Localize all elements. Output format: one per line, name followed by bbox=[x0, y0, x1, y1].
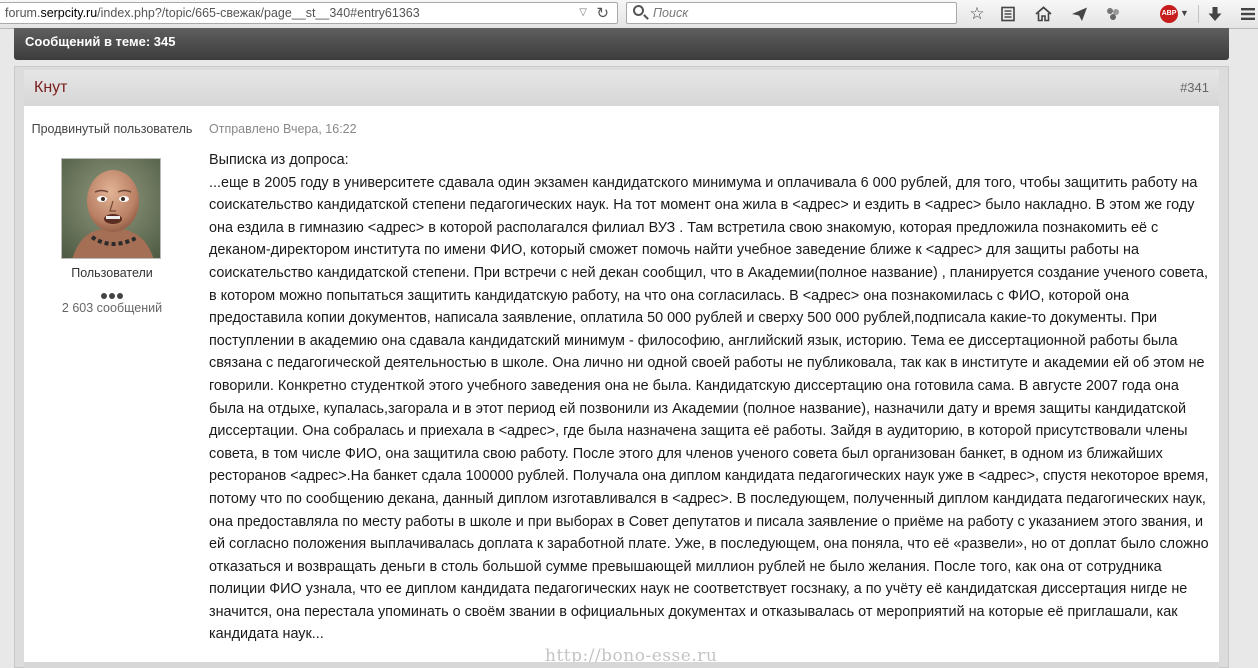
post-content: Выписка из допроса: ...еще в 2005 году в… bbox=[209, 149, 1209, 646]
toolbar-separator bbox=[1198, 5, 1199, 23]
address-bar[interactable]: forum.serpcity.ru/index.php?/topic/665-с… bbox=[0, 2, 618, 24]
post-header: Кнут #341 bbox=[24, 70, 1219, 106]
send-icon[interactable] bbox=[1069, 4, 1089, 24]
author-group: Пользователи bbox=[71, 266, 153, 280]
search-placeholder: Поиск bbox=[653, 6, 689, 20]
rank-pip bbox=[101, 293, 107, 299]
post-heading: Выписка из допроса: bbox=[209, 152, 349, 168]
addon-icon[interactable] bbox=[1103, 4, 1123, 24]
messages-count: Сообщений в теме: 345 bbox=[25, 34, 176, 49]
search-bar[interactable]: Поиск bbox=[626, 2, 957, 24]
menu-icon[interactable] bbox=[1238, 4, 1258, 24]
author-post-count: 2 603 сообщений bbox=[61, 301, 163, 315]
history-dropdown-icon[interactable]: ▽ bbox=[579, 7, 587, 18]
avatar-image bbox=[62, 159, 160, 258]
post-body: Продвинутый пользователь Пользователи 2 … bbox=[24, 106, 1219, 662]
adblock-dropdown-icon[interactable]: ▼ bbox=[1180, 8, 1189, 18]
browser-toolbar: forum.serpcity.ru/index.php?/topic/665-с… bbox=[0, 0, 1258, 29]
rank-pip bbox=[109, 293, 115, 299]
home-icon[interactable] bbox=[1033, 4, 1053, 24]
topic-header-bar: Сообщений в теме: 345 bbox=[14, 28, 1229, 60]
next-post-edge bbox=[24, 662, 1219, 668]
rank-pip bbox=[117, 293, 123, 299]
download-icon[interactable] bbox=[1205, 4, 1225, 24]
reload-icon[interactable]: ↻ bbox=[596, 4, 609, 22]
avatar[interactable] bbox=[61, 158, 161, 259]
post-author-link[interactable]: Кнут bbox=[34, 79, 67, 97]
author-rank: Продвинутый пользователь bbox=[31, 122, 193, 136]
reading-list-icon[interactable] bbox=[998, 4, 1018, 24]
bookmark-star-icon[interactable]: ☆ bbox=[967, 4, 987, 24]
post-timestamp: Отправлено Вчера, 16:22 bbox=[209, 122, 357, 136]
rank-pips bbox=[100, 286, 124, 299]
url-text[interactable]: forum.serpcity.ru/index.php?/topic/665-с… bbox=[5, 6, 420, 20]
url-domain: serpcity.ru bbox=[40, 6, 98, 20]
post-number-link[interactable]: #341 bbox=[1180, 80, 1209, 95]
post-text: ...еще в 2005 году в университете сдавал… bbox=[209, 174, 1209, 643]
search-icon bbox=[633, 5, 644, 16]
adblock-icon[interactable]: ABP bbox=[1160, 5, 1178, 23]
